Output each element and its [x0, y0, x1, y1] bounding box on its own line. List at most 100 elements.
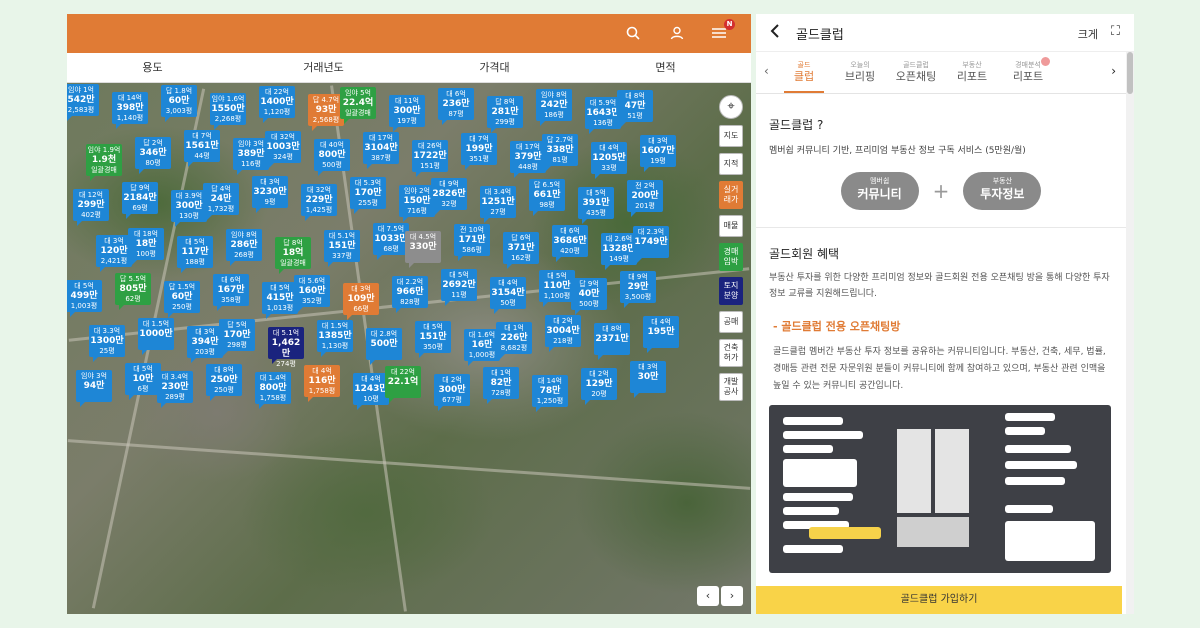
- price-marker[interactable]: 임야 1.9억 1.9천 일괄경매: [86, 144, 122, 182]
- price-marker[interactable]: 대 17억 3104만 387평: [363, 132, 399, 170]
- price-marker[interactable]: 대 8억 47만 51평: [617, 90, 653, 127]
- tab-4[interactable]: 경매분석 리포트: [1000, 57, 1056, 84]
- price-marker[interactable]: 임야 8억 242만 186평: [536, 89, 572, 126]
- price-marker[interactable]: 대 1.6억 16만 1,000평: [464, 329, 500, 366]
- price-marker[interactable]: 대 4.5억 330만: [405, 230, 441, 268]
- price-marker[interactable]: 임야 5억 22.4억 일괄경매: [340, 87, 376, 124]
- price-marker[interactable]: 대 14억 78만 1,250평: [532, 375, 568, 413]
- price-marker[interactable]: 임야 2억 150만 716평: [399, 185, 435, 223]
- price-marker[interactable]: 대 6억 236만 87평: [438, 88, 474, 125]
- price-marker[interactable]: 대 3억 109만 66평: [343, 282, 379, 320]
- price-marker[interactable]: 대 2억 300만 677평: [434, 374, 470, 412]
- price-marker[interactable]: 대 3.4억 230만 289평: [157, 371, 193, 409]
- price-marker[interactable]: 대 4억 3154만 50평: [490, 276, 526, 314]
- price-marker[interactable]: 답 5억 170만 298평: [219, 319, 255, 356]
- map-layer-toggle-6[interactable]: 공매: [719, 311, 743, 333]
- price-marker[interactable]: 대 5억 10만 6평: [125, 363, 161, 401]
- price-marker[interactable]: 답 6.5억 661만 98평: [529, 179, 565, 217]
- price-marker[interactable]: 전 10억 171만 586평: [454, 223, 490, 261]
- price-marker[interactable]: 답 9억 2184만 69평: [122, 182, 158, 220]
- price-marker[interactable]: 대 17억 379만 448평: [510, 141, 546, 179]
- price-marker[interactable]: 대 8억 2371만: [594, 323, 630, 360]
- tab-2[interactable]: 골드클럽 오픈채팅: [888, 61, 944, 84]
- price-marker[interactable]: 답 6억 371만 162평: [503, 231, 539, 269]
- chevron-right-icon[interactable]: ›: [721, 586, 743, 606]
- price-marker[interactable]: 대 3억 394만 203평: [187, 326, 223, 363]
- price-marker[interactable]: 전 2억 200만 201평: [627, 180, 663, 218]
- chevron-left-icon[interactable]: ‹: [697, 586, 719, 606]
- price-marker[interactable]: 대 3억 120만 2,421평: [96, 234, 132, 272]
- menu-icon[interactable]: N: [709, 19, 735, 43]
- map-layer-toggle-5[interactable]: 토지분양: [719, 277, 743, 305]
- expand-icon[interactable]: ⛶: [1111, 24, 1120, 39]
- price-marker[interactable]: 답 2.7억 338만 81평: [542, 134, 578, 172]
- price-marker[interactable]: 대 40억 800만 500평: [314, 139, 350, 177]
- chevron-right-icon[interactable]: ›: [1111, 64, 1116, 78]
- price-marker[interactable]: 대 5억 499만 1,003평: [67, 279, 102, 317]
- price-marker[interactable]: 대 6억 3686만 420평: [552, 224, 588, 262]
- price-marker[interactable]: 대 3억 30만: [630, 361, 666, 399]
- price-marker[interactable]: 대 5.1억 1,462만 274평: [268, 327, 304, 368]
- price-marker[interactable]: 대 4억 1243만 10평: [353, 373, 389, 411]
- price-marker[interactable]: 답 9억 40만 500평: [571, 277, 607, 315]
- price-marker[interactable]: 대 6억 167만 358평: [213, 273, 249, 311]
- price-marker[interactable]: 답 5.5억 805만 62평: [115, 272, 151, 310]
- price-marker[interactable]: 임야 1.6억 1550만 2,268평: [210, 93, 246, 130]
- price-marker[interactable]: 대 5.1억 151만 337평: [324, 229, 360, 267]
- map-layer-toggle-7[interactable]: 건축허가: [719, 339, 743, 367]
- price-marker[interactable]: 대 7억 199만 351평: [461, 133, 497, 171]
- price-marker[interactable]: 임야 1억 542만 2,583평: [67, 84, 99, 121]
- price-marker[interactable]: 답 8억 281만 299평: [487, 96, 523, 133]
- price-marker[interactable]: 대 1억 226만 8,682평: [496, 322, 532, 359]
- price-marker[interactable]: 대 8억 250만 250평: [206, 364, 242, 402]
- map-layer-toggle-1[interactable]: 지적: [719, 153, 743, 175]
- map-layer-toggle-4[interactable]: 경매임박: [719, 243, 743, 271]
- search-icon[interactable]: [623, 23, 643, 43]
- filter-3[interactable]: 면적: [580, 53, 751, 82]
- price-marker[interactable]: 대 2.8억 500만: [366, 328, 402, 365]
- price-marker[interactable]: 대 7.5억 1033만 68평: [373, 222, 409, 260]
- price-marker[interactable]: 대 4억 116만 1,758평: [304, 365, 340, 403]
- price-marker[interactable]: 대 5억 110만 1,100평: [539, 269, 575, 307]
- price-marker[interactable]: 대 7억 1561만 44평: [184, 130, 220, 168]
- price-marker[interactable]: 대 9억 2826만 32평: [431, 178, 467, 216]
- price-marker[interactable]: 대 5억 415만 1,013평: [262, 281, 298, 319]
- tab-0[interactable]: 골드 클럽: [776, 61, 832, 93]
- price-marker[interactable]: 대 12억 299만 402평: [73, 189, 109, 227]
- map-layer-toggle-0[interactable]: 지도: [719, 125, 743, 147]
- price-marker[interactable]: 답 4.7억 93만 2,568평: [308, 94, 344, 131]
- price-marker[interactable]: 임야 3억 94만: [76, 370, 112, 408]
- tab-3[interactable]: 부동산 리포트: [944, 61, 1000, 84]
- price-marker[interactable]: 대 22억 1400만 1,120평: [259, 86, 295, 123]
- map-layer-toggle-3[interactable]: 매물: [719, 215, 743, 237]
- chevron-left-icon[interactable]: [770, 23, 780, 42]
- crosshair-icon[interactable]: ⌖: [719, 95, 743, 119]
- price-marker[interactable]: 답 1.5억 60만 250평: [164, 280, 200, 318]
- price-marker[interactable]: 대 2억 129만 20평: [581, 368, 617, 406]
- price-marker[interactable]: 답 8억 18억 일괄경매: [275, 236, 311, 274]
- price-marker[interactable]: 대 3억 3230만 9평: [252, 176, 288, 214]
- price-marker[interactable]: 대 5.6억 160만 352평: [294, 274, 330, 312]
- price-marker[interactable]: 답 2억 346만 80평: [135, 137, 171, 175]
- price-marker[interactable]: 대 5.3억 170만 255평: [350, 177, 386, 215]
- price-marker[interactable]: 대 32억 229만 1,425평: [301, 184, 337, 222]
- price-marker[interactable]: 임야 3억 389만 116평: [233, 138, 269, 176]
- price-marker[interactable]: 대 11억 300만 197평: [389, 95, 425, 132]
- size-toggle-label[interactable]: 크게: [1078, 26, 1098, 42]
- price-marker[interactable]: 답 4억 24만 1,732평: [203, 183, 239, 221]
- price-marker[interactable]: 대 4억 1205만 33평: [591, 142, 627, 180]
- price-marker[interactable]: 대 5억 151만 350평: [415, 321, 451, 358]
- price-marker[interactable]: 대 3.3억 1300만 25평: [89, 325, 125, 362]
- price-marker[interactable]: 답 1.8억 60만 3,003평: [161, 85, 197, 122]
- price-marker[interactable]: 대 5억 2692만 11평: [441, 268, 477, 306]
- price-marker[interactable]: 대 2.6억 1328만 149평: [601, 232, 637, 270]
- price-marker[interactable]: 대 2억 3004만 218평: [545, 315, 581, 352]
- price-marker[interactable]: 대 22억 22.1억: [385, 366, 421, 404]
- price-marker[interactable]: 대 1.5억 1385만 1,130평: [317, 320, 353, 357]
- price-marker[interactable]: 대 3억 1607만 19평: [640, 135, 676, 173]
- filter-0[interactable]: 용도: [67, 53, 238, 82]
- filter-2[interactable]: 가격대: [409, 53, 580, 82]
- price-marker[interactable]: 대 1억 82만 728평: [483, 367, 519, 405]
- price-marker[interactable]: 대 26억 1722만 151평: [412, 140, 448, 178]
- price-marker[interactable]: 대 9억 29만 3,500평: [620, 270, 656, 308]
